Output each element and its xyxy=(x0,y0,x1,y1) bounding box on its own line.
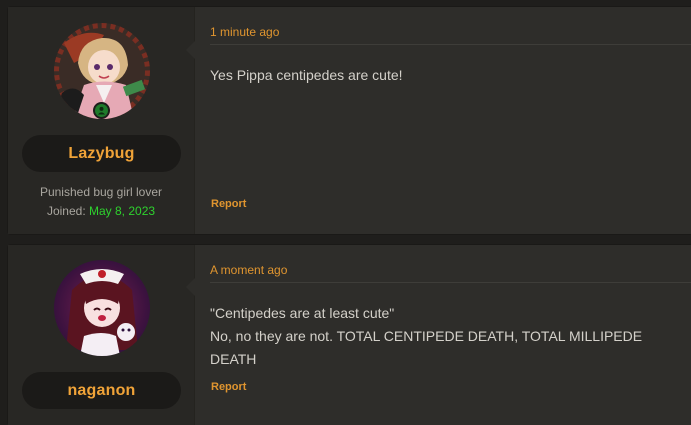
divider xyxy=(210,282,691,283)
post-timestamp[interactable]: A moment ago xyxy=(210,263,287,277)
post-content: A moment ago "Centipedes are at least cu… xyxy=(186,245,691,425)
speech-arrow xyxy=(186,41,195,59)
report-link[interactable]: Report xyxy=(211,381,246,393)
joined-info: Joined: May 8, 2023 xyxy=(8,204,194,218)
joined-date: May 8, 2023 xyxy=(89,204,156,218)
joined-label: Joined: xyxy=(46,204,86,218)
message-line: "Centipedes are at least cute" xyxy=(210,305,395,321)
report-link[interactable]: Report xyxy=(211,198,246,210)
username[interactable]: Lazybug xyxy=(22,135,181,172)
user-title: Punished bug girl lover xyxy=(39,185,163,199)
post-content: 1 minute ago Yes Pippa centipedes are cu… xyxy=(186,7,691,234)
post: Lazybug Punished bug girl lover Joined: … xyxy=(8,7,691,234)
avatar[interactable] xyxy=(54,260,150,356)
post-message: "Centipedes are at least cute" No, no th… xyxy=(210,302,681,371)
post: naganon A moment ago "Centipedes are at … xyxy=(8,245,691,425)
message-line: No, no they are not. TOTAL CENTIPEDE DEA… xyxy=(210,328,643,367)
divider xyxy=(210,44,691,45)
user-online-icon xyxy=(97,106,106,115)
message-line: Yes Pippa centipedes are cute! xyxy=(210,67,403,83)
author-column: naganon xyxy=(8,245,195,425)
username[interactable]: naganon xyxy=(22,372,181,409)
speech-arrow xyxy=(186,278,195,296)
post-timestamp[interactable]: 1 minute ago xyxy=(210,25,279,39)
online-status-indicator xyxy=(93,102,110,119)
avatar-image xyxy=(54,260,150,356)
post-message: Yes Pippa centipedes are cute! xyxy=(210,64,681,87)
author-column: Lazybug Punished bug girl lover Joined: … xyxy=(8,7,195,234)
